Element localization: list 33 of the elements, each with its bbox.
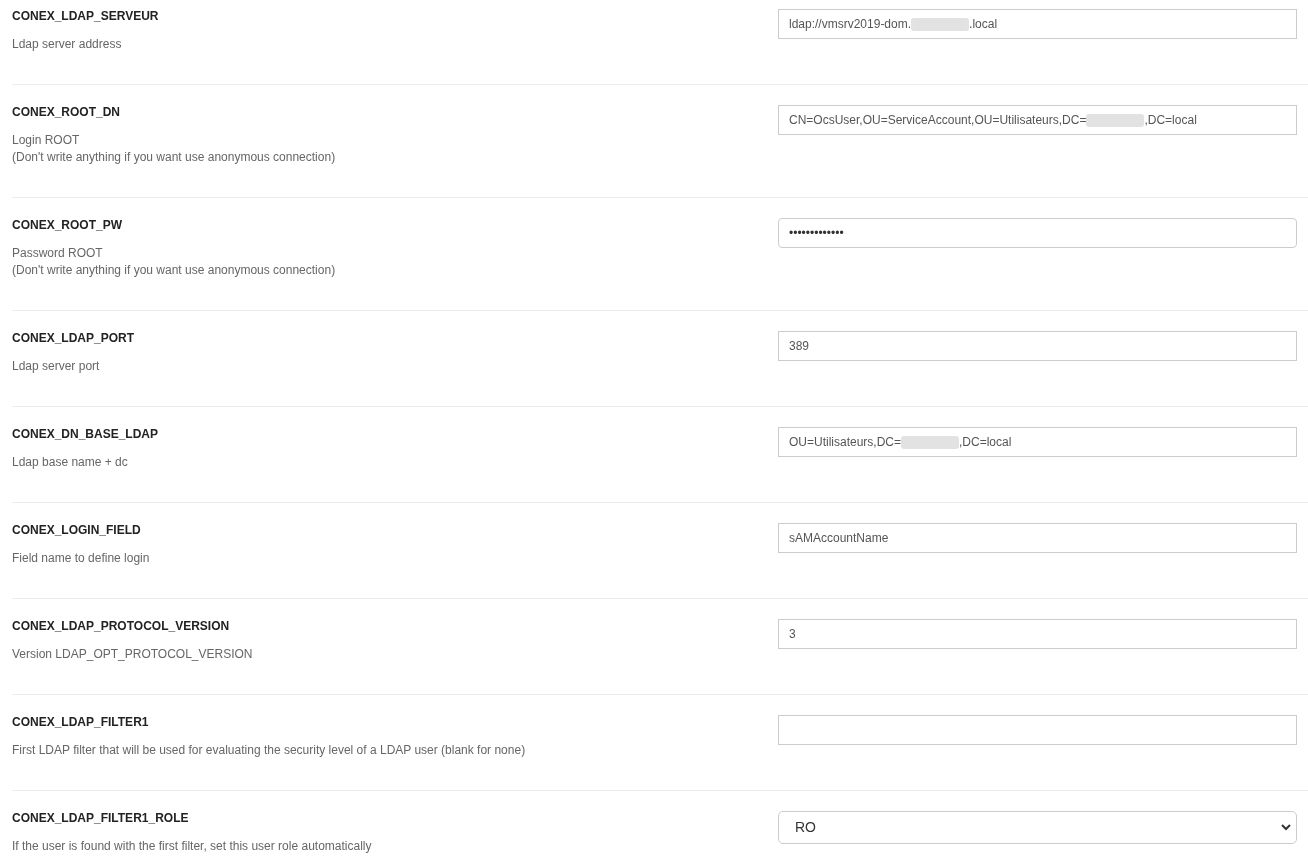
text-field[interactable]: [778, 715, 1297, 745]
setting-description: Password ROOT: [12, 245, 103, 262]
text-field[interactable]: ldap://vmsrv2019-dom. .local: [778, 9, 1297, 39]
setting-description: Ldap server address: [12, 36, 122, 53]
setting-description: (Don't write anything if you want use anonymous connection): [12, 149, 336, 166]
chevron-down-icon: [1281, 824, 1291, 831]
text-field[interactable]: 389: [778, 331, 1297, 361]
setting-name: CONEX_LDAP_PORT: [12, 330, 135, 347]
setting-name: CONEX_LDAP_SERVEUR: [12, 8, 159, 25]
text-field[interactable]: CN=OcsUser,OU=ServiceAccount,OU=Utilisateurs,DC= ,DC=local: [778, 105, 1297, 135]
setting-description: Version LDAP_OPT_PROTOCOL_VERSION: [12, 646, 253, 663]
redaction-blur: [1086, 113, 1145, 127]
text-field[interactable]: 3: [778, 619, 1297, 649]
setting-description: Ldap server port: [12, 358, 100, 375]
setting-name: CONEX_LOGIN_FIELD: [12, 522, 141, 539]
redaction-blur: [901, 435, 960, 449]
setting-description: First LDAP filter that will be used for evaluating the security level of a LDAP user (blank for none): [12, 742, 526, 759]
setting-description: (Don't write anything if you want use anonymous connection): [12, 262, 336, 279]
setting-name: CONEX_ROOT_DN: [12, 104, 121, 121]
setting-name: CONEX_LDAP_FILTER1_ROLE: [12, 810, 189, 827]
setting-description: Field name to define login: [12, 550, 150, 567]
setting-name: CONEX_ROOT_PW: [12, 217, 122, 234]
setting-description: Ldap base name + dc: [12, 454, 128, 471]
setting-description: Login ROOT: [12, 132, 80, 149]
setting-description: If the user is found with the first filter, set this user role automatically: [12, 838, 372, 855]
text-field[interactable]: sAMAccountName: [778, 523, 1297, 553]
setting-name: CONEX_LDAP_PROTOCOL_VERSION: [12, 618, 230, 635]
password-field[interactable]: •••••••••••••: [778, 218, 1297, 248]
redaction-blur: [911, 17, 970, 31]
text-field[interactable]: OU=Utilisateurs,DC= ,DC=local: [778, 427, 1297, 457]
role-dropdown[interactable]: RO: [778, 811, 1297, 844]
setting-name: CONEX_DN_BASE_LDAP: [12, 426, 159, 443]
setting-name: CONEX_LDAP_FILTER1: [12, 714, 149, 731]
